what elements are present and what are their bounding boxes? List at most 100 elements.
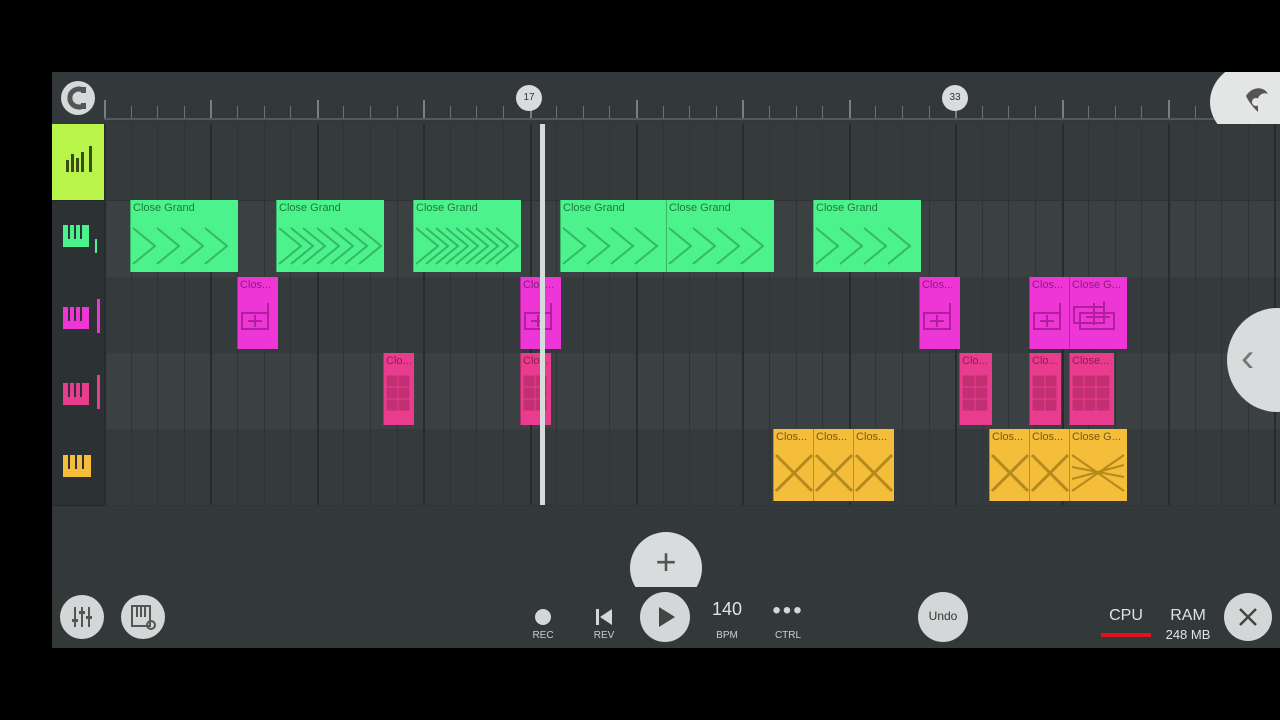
ram-meter: RAM 248 MB bbox=[1158, 595, 1218, 642]
clip-pink[interactable]: Clo... bbox=[383, 353, 414, 425]
clip-label: Clos... bbox=[776, 431, 808, 443]
clip-green[interactable]: Close Grand bbox=[276, 200, 384, 272]
clip-magenta[interactable]: Clos... bbox=[919, 277, 960, 349]
bottom-toolbar: REC REV 140 BPM ••• CTRL Undo CPU RAM 24… bbox=[52, 587, 1280, 648]
clip-yellow[interactable]: Clos... bbox=[853, 429, 894, 501]
cpu-meter: CPU bbox=[1100, 595, 1152, 639]
clip-yellow[interactable]: Clos... bbox=[989, 429, 1030, 501]
ruler-tick bbox=[210, 100, 212, 118]
grid-line bbox=[343, 124, 344, 505]
grid-line bbox=[370, 124, 371, 505]
clip-label: Close Grand bbox=[669, 202, 731, 214]
bar-marker-33[interactable]: 33 bbox=[942, 85, 968, 111]
undo-label: Undo bbox=[928, 609, 958, 623]
clip-pink[interactable]: Close... bbox=[1069, 353, 1114, 425]
ruler-tick bbox=[716, 106, 717, 118]
ruler-tick bbox=[423, 100, 425, 118]
bpm-value: 140 bbox=[711, 599, 743, 619]
clip-green[interactable]: Close Grand bbox=[666, 200, 774, 272]
track-pink-header[interactable] bbox=[52, 353, 104, 430]
track-magenta-header[interactable] bbox=[52, 277, 104, 354]
grid-line bbox=[663, 124, 664, 505]
grid-line bbox=[1168, 124, 1170, 505]
clip-yellow[interactable]: Clos... bbox=[773, 429, 814, 501]
clip-pink[interactable]: Clo... bbox=[520, 353, 551, 425]
track-yellow-header[interactable] bbox=[52, 429, 104, 506]
grid-line bbox=[902, 124, 903, 505]
instrument-settings-button[interactable] bbox=[121, 595, 165, 639]
grid-line bbox=[609, 124, 610, 505]
magnet-snap-icon[interactable] bbox=[61, 81, 95, 115]
rewind-button[interactable]: REV bbox=[584, 595, 624, 643]
play-icon bbox=[659, 607, 675, 627]
cpu-label: CPU bbox=[1109, 607, 1143, 624]
grid-line bbox=[636, 124, 638, 505]
clip-label: Close Grand bbox=[816, 202, 878, 214]
rewind-label: REV bbox=[593, 630, 615, 641]
clip-green[interactable]: Close Grand bbox=[560, 200, 667, 272]
clip-yellow[interactable]: Clos... bbox=[813, 429, 854, 501]
clip-pink[interactable]: Clo... bbox=[1029, 353, 1061, 425]
ruler-tick bbox=[1195, 106, 1196, 118]
playhead[interactable] bbox=[540, 124, 545, 505]
track-green-header[interactable] bbox=[52, 201, 104, 278]
tempo-control[interactable]: 140 BPM bbox=[707, 595, 747, 643]
ruler-tick bbox=[609, 106, 610, 118]
playlist-header-button[interactable] bbox=[52, 124, 104, 201]
clip-label: Clos... bbox=[922, 279, 954, 291]
ctrl-label: CTRL bbox=[774, 630, 802, 641]
grid-line bbox=[104, 124, 106, 505]
grid-line bbox=[742, 124, 744, 505]
undo-button[interactable]: Undo bbox=[918, 592, 968, 642]
clip-pink[interactable]: Clo... bbox=[959, 353, 992, 425]
grid-line bbox=[716, 124, 717, 505]
clip-label: Clos... bbox=[1032, 279, 1064, 291]
record-icon bbox=[535, 609, 551, 625]
grid-line bbox=[1248, 124, 1249, 505]
bar-marker-17[interactable]: 17 bbox=[516, 85, 542, 111]
lane-0[interactable] bbox=[104, 124, 1280, 201]
ruler-tick bbox=[1062, 100, 1064, 118]
clip-label: Close Grand bbox=[133, 202, 195, 214]
ruler-tick bbox=[929, 106, 930, 118]
mixer-button[interactable] bbox=[60, 595, 104, 639]
grid-line bbox=[769, 124, 770, 505]
ruler-tick bbox=[849, 100, 851, 118]
ruler-tick bbox=[1088, 106, 1089, 118]
clip-green[interactable]: Close Grand bbox=[413, 200, 521, 272]
ruler-tick bbox=[476, 106, 477, 118]
grid-line bbox=[157, 124, 158, 505]
clip-yellow[interactable]: Close G... bbox=[1069, 429, 1127, 501]
play-button[interactable] bbox=[640, 592, 690, 642]
clip-green[interactable]: Close Grand bbox=[813, 200, 921, 272]
clip-magenta[interactable]: Clos... bbox=[1029, 277, 1070, 349]
ram-value: 248 MB bbox=[1165, 627, 1211, 642]
ruler-tick bbox=[556, 106, 557, 118]
clip-magenta[interactable]: Clos... bbox=[237, 277, 278, 349]
timeline-ruler[interactable]: 17 33 bbox=[52, 72, 1280, 142]
control-menu-button[interactable]: ••• CTRL bbox=[768, 595, 808, 643]
grid-line bbox=[982, 124, 983, 505]
piano-keys-icon bbox=[63, 455, 91, 477]
skip-back-icon bbox=[596, 609, 612, 625]
record-button[interactable]: REC bbox=[523, 595, 563, 643]
clip-magenta[interactable]: Close G... bbox=[1069, 277, 1127, 349]
clip-label: Clos... bbox=[816, 431, 848, 443]
ruler-tick bbox=[237, 106, 238, 118]
piano-keys-icon bbox=[63, 299, 100, 333]
clip-label: Clos... bbox=[992, 431, 1024, 443]
ruler-tick bbox=[503, 106, 504, 118]
ruler-tick bbox=[1115, 106, 1116, 118]
close-button[interactable] bbox=[1224, 593, 1272, 641]
plus-icon: + bbox=[655, 541, 677, 582]
clip-yellow[interactable]: Clos... bbox=[1029, 429, 1070, 501]
clip-label: Close Grand bbox=[279, 202, 341, 214]
ruler-tick bbox=[742, 100, 744, 118]
ruler-tick bbox=[902, 106, 903, 118]
ruler-tick bbox=[450, 106, 451, 118]
clip-green[interactable]: Close Grand bbox=[130, 200, 238, 272]
ruler-tick bbox=[875, 106, 876, 118]
ruler-tick bbox=[1168, 100, 1170, 118]
ruler-tick bbox=[290, 106, 291, 118]
ruler-tick bbox=[131, 106, 132, 118]
